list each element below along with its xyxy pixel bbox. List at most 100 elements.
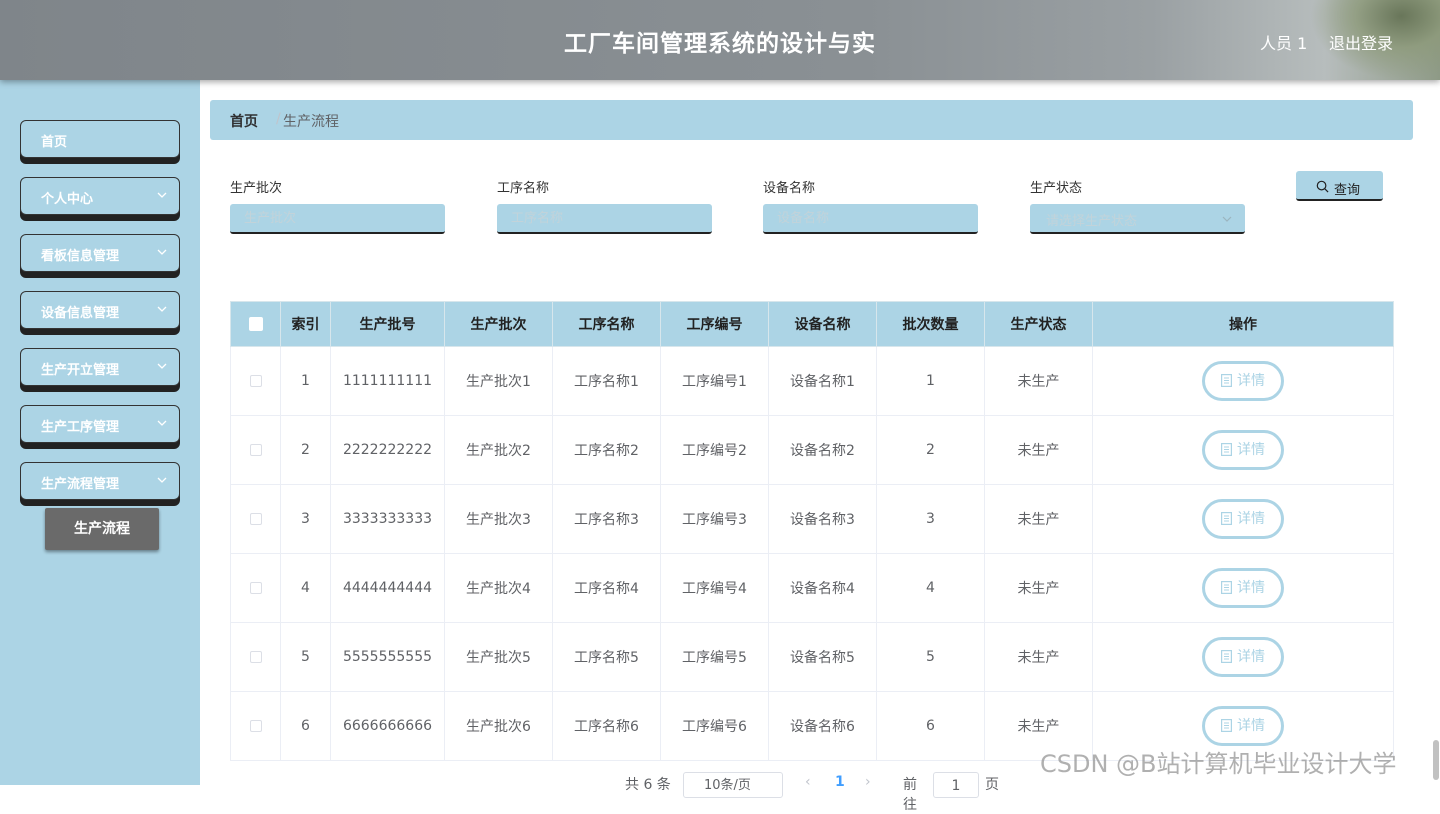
select-all-cell (230, 301, 281, 347)
document-icon (1221, 443, 1232, 456)
page-size-select[interactable]: 10条/页 (683, 772, 783, 798)
page-jump-input[interactable]: 1 (933, 772, 979, 798)
scrollbar-thumb[interactable] (1433, 740, 1439, 780)
detail-button-label: 详情 (1237, 373, 1265, 389)
cell-actions: 详情 (1092, 622, 1394, 692)
pagination-total: 共 6 条 (625, 777, 671, 793)
cell-process-no: 工序编号1 (660, 346, 769, 416)
sidebar-item-production-flow[interactable]: 生产流程管理 (20, 462, 180, 500)
cell-process-no: 工序编号3 (660, 484, 769, 554)
cell-batch-no: 4444444444 (330, 553, 445, 623)
cell-index: 4 (280, 553, 331, 623)
cell-process-name: 工序名称3 (552, 484, 661, 554)
cell-actions: 详情 (1092, 691, 1394, 761)
cell-qty: 6 (876, 691, 985, 761)
sidebar-item-personal-center[interactable]: 个人中心 (20, 177, 180, 215)
table-row: 1 1111111111 生产批次1 工序名称1 工序编号1 设备名称1 1 未… (230, 346, 1394, 416)
query-button-label: 查询 (1334, 183, 1361, 198)
table-row: 3 3333333333 生产批次3 工序名称3 工序编号3 设备名称3 3 未… (230, 484, 1394, 554)
select-all-checkbox[interactable] (248, 317, 263, 331)
batch-input[interactable] (230, 204, 445, 234)
row-checkbox[interactable] (249, 720, 262, 732)
sidebar-item-board-info[interactable]: 看板信息管理 (20, 234, 180, 272)
process-name-input[interactable] (497, 204, 712, 234)
row-select-cell (230, 415, 281, 485)
column-header: 工序编号 (660, 301, 769, 347)
production-flow-table: 索引 生产批号 生产批次 工序名称 工序编号 设备名称 批次数量 生产状态 操作… (230, 301, 1394, 761)
chevron-down-icon (157, 363, 167, 369)
device-name-input[interactable] (763, 204, 978, 234)
detail-button-label: 详情 (1237, 649, 1265, 665)
detail-button[interactable]: 详情 (1202, 568, 1284, 608)
cell-process-name: 工序名称1 (552, 346, 661, 416)
row-select-cell (230, 346, 281, 416)
cell-qty: 2 (876, 415, 985, 485)
cell-process-no: 工序编号2 (660, 415, 769, 485)
query-button[interactable]: 查询 (1296, 171, 1383, 201)
prev-page-button[interactable]: ‹ (805, 774, 811, 790)
scrollbar-track[interactable] (1432, 80, 1440, 785)
row-checkbox[interactable] (249, 651, 262, 663)
cell-status: 未生产 (984, 346, 1093, 416)
status-select-placeholder: 请选择生产状态 (1046, 214, 1138, 229)
sidebar-item-production-open[interactable]: 生产开立管理 (20, 348, 180, 386)
cell-batch-no: 3333333333 (330, 484, 445, 554)
document-icon (1221, 581, 1232, 594)
document-icon (1221, 719, 1232, 732)
detail-button-label: 详情 (1237, 580, 1265, 596)
detail-button[interactable]: 详情 (1202, 430, 1284, 470)
breadcrumb-home[interactable]: 首页 (230, 111, 258, 131)
detail-button-label: 详情 (1237, 718, 1265, 734)
table-row: 2 2222222222 生产批次2 工序名称2 工序编号2 设备名称2 2 未… (230, 415, 1394, 485)
detail-button[interactable]: 详情 (1202, 361, 1284, 401)
column-header: 生产批号 (330, 301, 445, 347)
row-checkbox[interactable] (249, 375, 262, 387)
sidebar-item-device-info[interactable]: 设备信息管理 (20, 291, 180, 329)
detail-button[interactable]: 详情 (1202, 499, 1284, 539)
table-row: 5 5555555555 生产批次5 工序名称5 工序编号5 设备名称5 5 未… (230, 622, 1394, 692)
logout-link[interactable]: 退出登录 (1329, 30, 1393, 54)
cell-batch: 生产批次6 (444, 691, 553, 761)
detail-button[interactable]: 详情 (1202, 706, 1284, 746)
chevron-down-icon (157, 192, 167, 198)
row-checkbox[interactable] (249, 444, 262, 456)
detail-button-label: 详情 (1237, 442, 1265, 458)
device-name-label: 设备名称 (763, 181, 816, 196)
sidebar-item-label: 生产工序管理 (41, 420, 120, 435)
page-number-current[interactable]: 1 (835, 774, 845, 790)
cell-device: 设备名称4 (768, 553, 877, 623)
sidebar-item-label: 个人中心 (41, 192, 94, 207)
detail-button[interactable]: 详情 (1202, 637, 1284, 677)
column-header: 设备名称 (768, 301, 877, 347)
current-user[interactable]: 人员 1 (1260, 30, 1307, 54)
sidebar-item-production-process[interactable]: 生产工序管理 (20, 405, 180, 443)
breadcrumb: 首页 / 生产流程 (210, 100, 1413, 140)
cell-batch-no: 6666666666 (330, 691, 445, 761)
top-header: 工厂车间管理系统的设计与实 人员 1 退出登录 (0, 0, 1440, 80)
row-select-cell (230, 622, 281, 692)
table-row: 4 4444444444 生产批次4 工序名称4 工序编号4 设备名称4 4 未… (230, 553, 1394, 623)
cell-batch: 生产批次4 (444, 553, 553, 623)
batch-label: 生产批次 (230, 181, 283, 196)
next-page-button[interactable]: › (865, 774, 871, 790)
cell-device: 设备名称6 (768, 691, 877, 761)
cell-index: 5 (280, 622, 331, 692)
column-header: 生产批次 (444, 301, 553, 347)
row-checkbox[interactable] (249, 513, 262, 525)
cell-qty: 3 (876, 484, 985, 554)
cell-process-name: 工序名称5 (552, 622, 661, 692)
process-name-label: 工序名称 (497, 181, 550, 196)
chevron-down-icon (1222, 216, 1232, 222)
row-checkbox[interactable] (249, 582, 262, 594)
status-label: 生产状态 (1030, 181, 1083, 196)
chevron-down-icon (157, 477, 167, 483)
cell-batch-no: 1111111111 (330, 346, 445, 416)
cell-index: 2 (280, 415, 331, 485)
sidebar-item-label: 首页 (41, 135, 68, 150)
column-header: 生产状态 (984, 301, 1093, 347)
cell-batch-no: 5555555555 (330, 622, 445, 692)
cell-index: 6 (280, 691, 331, 761)
submenu-item-production-flow[interactable]: 生产流程 (45, 508, 159, 550)
sidebar-item-home[interactable]: 首页 (20, 120, 180, 158)
cell-qty: 5 (876, 622, 985, 692)
